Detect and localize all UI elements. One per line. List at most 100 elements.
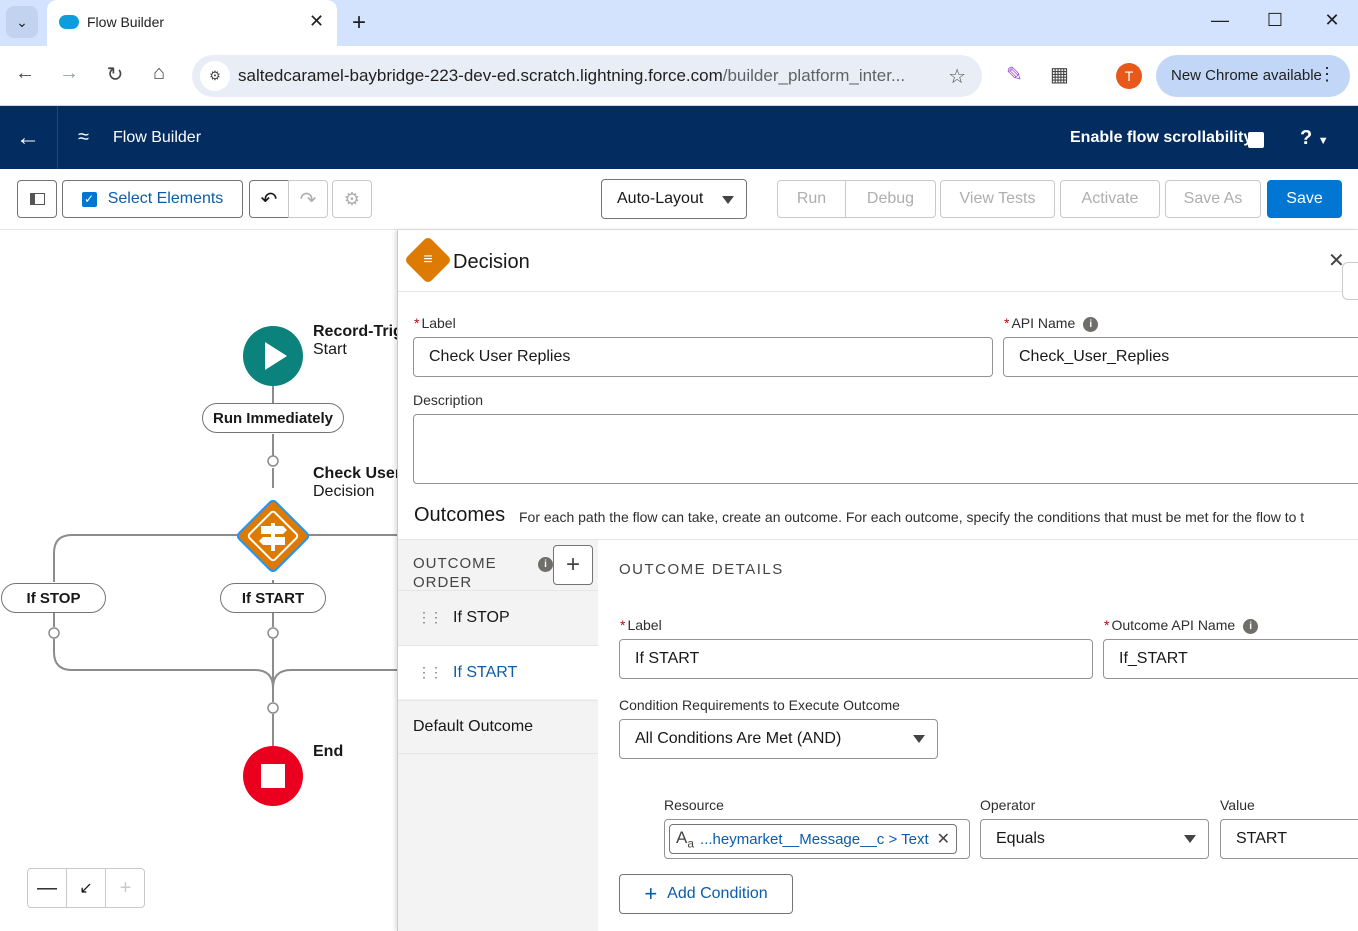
condition-requirements-caption: Condition Requirements to Execute Outcom… (619, 697, 900, 713)
operator-select[interactable]: Equals (980, 819, 1209, 859)
plus-icon: + (644, 881, 658, 906)
zoom-controls: — ↙ + (27, 868, 145, 908)
info-icon[interactable]: i (1083, 316, 1099, 332)
select-elements-button[interactable]: ✓ Select Elements (62, 180, 243, 218)
toggle-panel-button[interactable] (17, 180, 57, 218)
value-caption: Value (1220, 797, 1255, 813)
api-name-input[interactable]: Check_User_Replies (1003, 337, 1358, 377)
chevron-down-icon (913, 735, 925, 743)
info-icon[interactable]: i (1243, 618, 1259, 634)
start-node[interactable] (242, 325, 304, 387)
decision-node[interactable] (225, 488, 321, 584)
remove-icon[interactable]: ✕ (937, 829, 950, 849)
value-input[interactable]: START (1220, 819, 1358, 859)
start-node-label: Record-Trig Start (313, 323, 397, 358)
profile-avatar[interactable]: T (1116, 63, 1142, 89)
close-tab-icon[interactable]: ✕ (309, 11, 324, 32)
chevron-down-icon (1184, 835, 1196, 843)
url-text[interactable]: saltedcaramel-baybridge-223-dev-ed.scrat… (238, 66, 905, 86)
save-button[interactable]: Save (1267, 180, 1342, 218)
help-menu[interactable]: ? ▼ (1300, 127, 1329, 150)
layout-select[interactable]: Auto-Layout (601, 179, 747, 219)
outcome-item-if-stop[interactable]: ⋮⋮ If STOP (398, 590, 598, 644)
minimize-icon[interactable]: — (1210, 10, 1230, 31)
scrollability-label: Enable flow scrollability (1070, 129, 1253, 146)
run-immediately-pill[interactable]: Run Immediately (202, 403, 344, 433)
redo-icon: ↷ (299, 188, 317, 211)
browser-toolbar: ← → ↻ ⌂ ⚙ saltedcaramel-baybridge-223-de… (0, 46, 1358, 106)
api-name-caption: * API Name i (1004, 315, 1099, 332)
builder-toolbar: ✓ Select Elements ↶ ↷ ⚙ Auto-Layout Run … (0, 169, 1358, 230)
checkbox-icon: ✓ (81, 191, 97, 207)
drag-handle-icon[interactable]: ⋮⋮ (417, 664, 443, 681)
debug-button[interactable]: Debug (845, 180, 936, 218)
maximize-icon[interactable]: ☐ (1265, 10, 1285, 31)
zoom-out-icon[interactable]: — (28, 869, 67, 907)
add-condition-button[interactable]: + Add Condition (619, 874, 793, 914)
info-icon[interactable]: i (538, 557, 553, 572)
reload-icon[interactable]: ↻ (102, 62, 128, 87)
more-vert-icon[interactable]: ⋮ (1318, 64, 1336, 85)
label-input[interactable]: Check User Replies (413, 337, 993, 377)
outcome-item-if-start[interactable]: ⋮⋮ If START (398, 645, 598, 699)
redo-button[interactable]: ↷ (288, 180, 328, 218)
drag-handle-icon[interactable]: ⋮⋮ (417, 609, 443, 626)
zoom-in-icon[interactable]: + (106, 869, 145, 907)
default-outcome-item[interactable]: Default Outcome (398, 700, 598, 754)
end-node-label: End (313, 743, 344, 760)
fit-to-view-icon[interactable]: ↙ (67, 869, 106, 907)
header-divider (57, 106, 58, 169)
home-icon[interactable]: ⌂ (146, 62, 172, 85)
branch-if-start-pill[interactable]: If START (220, 583, 326, 613)
browser-tab-strip: ⌄ Flow Builder ✕ + — ☐ ✕ (0, 0, 1358, 46)
activate-button[interactable]: Activate (1060, 180, 1160, 218)
undo-button[interactable]: ↶ (249, 180, 289, 218)
tab-search-chevron-icon[interactable]: ⌄ (6, 6, 38, 38)
extensions-puzzle-icon[interactable]: ▦ (1050, 62, 1069, 87)
operator-caption: Operator (980, 797, 1036, 813)
site-info-icon[interactable]: ⚙ (200, 61, 230, 91)
address-bar[interactable]: ⚙ saltedcaramel-baybridge-223-dev-ed.scr… (192, 55, 982, 97)
description-textarea[interactable] (413, 414, 1358, 484)
outcome-api-caption: * Outcome API Name i (1104, 617, 1259, 634)
new-tab-icon[interactable]: + (352, 9, 366, 37)
resource-caption: Resource (664, 797, 724, 813)
salesforce-cloud-icon (59, 15, 79, 29)
close-window-icon[interactable]: ✕ (1322, 10, 1342, 31)
run-button[interactable]: Run (777, 180, 846, 218)
scrollability-checkbox[interactable] (1248, 132, 1264, 148)
outcome-api-input[interactable]: If_START (1103, 639, 1358, 679)
settings-button[interactable]: ⚙ (332, 180, 372, 218)
save-as-button[interactable]: Save As (1165, 180, 1261, 218)
flow-canvas[interactable]: Record-Trig Start Run Immediately Check U… (0, 230, 397, 931)
label-caption: * Label (414, 315, 456, 331)
stop-icon (261, 764, 285, 788)
condition-requirements-select[interactable]: All Conditions Are Met (AND) (619, 719, 938, 759)
outcomes-help-text: For each path the flow can take, create … (519, 509, 1305, 525)
panel-toggle-icon (29, 193, 45, 205)
bookmark-star-icon[interactable]: ☆ (948, 64, 966, 89)
chevron-down-icon (722, 196, 734, 204)
browser-tab[interactable]: Flow Builder ✕ (47, 0, 337, 46)
decision-node-label: Check User Decision (313, 465, 397, 500)
flow-icon: ≈ (78, 126, 89, 148)
resource-input[interactable]: Aa ...heymarket__Message__c > Text ✕ (664, 819, 970, 859)
end-node[interactable] (242, 745, 304, 807)
pen-extension-icon[interactable]: ✎ (1006, 62, 1023, 87)
description-caption: Description (413, 392, 484, 408)
resource-pill[interactable]: Aa ...heymarket__Message__c > Text ✕ (669, 824, 958, 854)
outcome-details-title: OUTCOME DETAILS (619, 561, 784, 578)
add-outcome-button[interactable]: + (553, 545, 593, 585)
back-arrow-icon[interactable]: ← (12, 62, 38, 85)
panel-header: ≡ Decision ✕ (398, 230, 1358, 300)
view-tests-button[interactable]: View Tests (940, 180, 1055, 218)
panel-side-handle[interactable] (1342, 262, 1358, 300)
outcome-label-caption: * Label (620, 617, 662, 633)
back-arrow-icon[interactable]: ← (16, 124, 40, 152)
branch-if-stop-pill[interactable]: If STOP (1, 583, 106, 613)
forward-arrow-icon[interactable]: → (56, 62, 82, 85)
outcome-order-sidebar: OUTCOME ORDER i + ⋮⋮ If STOP ⋮⋮ If START De… (398, 540, 598, 931)
chevron-down-icon: ▼ (1317, 135, 1329, 147)
chrome-update-button[interactable]: New Chrome available ⋮ (1156, 55, 1350, 97)
outcome-label-input[interactable]: If START (619, 639, 1093, 679)
